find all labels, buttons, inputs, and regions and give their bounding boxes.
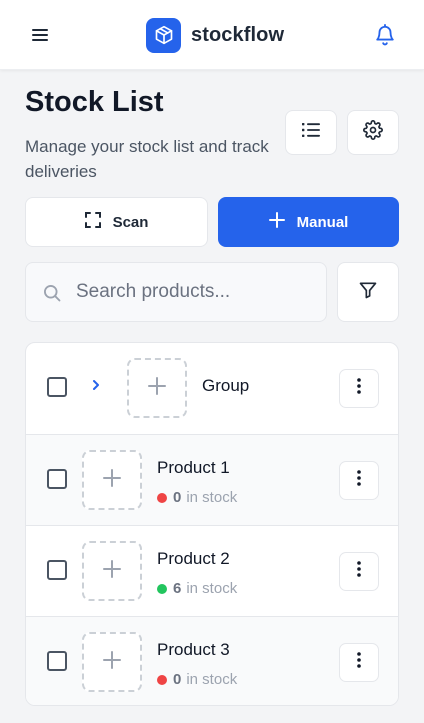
more-vertical-icon [357, 561, 361, 582]
product-name: Product 2 [157, 549, 230, 568]
list-view-button[interactable] [285, 110, 337, 155]
plus-icon [268, 212, 285, 232]
plus-icon [102, 468, 122, 493]
filter-button[interactable] [337, 262, 399, 322]
app-header: stockflow [0, 0, 424, 70]
plus-icon [102, 559, 122, 584]
product-list: Group Product 1 0 in stock Product 2 6 i… [25, 342, 399, 706]
plus-icon [147, 376, 167, 401]
more-options-button[interactable] [339, 643, 379, 682]
more-vertical-icon [357, 652, 361, 673]
hamburger-menu-icon[interactable] [24, 20, 56, 50]
search-input[interactable] [76, 263, 316, 321]
status-dot [157, 492, 167, 503]
scan-label: Scan [112, 213, 149, 231]
stock-label: in stock [186, 580, 238, 597]
product-row[interactable]: Product 1 0 in stock [26, 434, 398, 525]
search-box [25, 262, 327, 322]
status-dot [157, 674, 167, 685]
image-placeholder[interactable] [82, 632, 142, 692]
row-checkbox[interactable] [47, 469, 67, 489]
image-placeholder[interactable] [82, 450, 142, 510]
more-vertical-icon [357, 378, 361, 399]
stock-label: in stock [186, 489, 238, 506]
more-vertical-icon [357, 470, 361, 491]
bell-icon[interactable] [370, 20, 400, 50]
scan-button[interactable]: Scan [25, 197, 208, 247]
cube-icon [146, 17, 181, 53]
image-placeholder[interactable] [127, 358, 187, 418]
stock-status: 0 in stock [157, 489, 237, 506]
row-checkbox[interactable] [47, 560, 67, 580]
row-checkbox[interactable] [47, 651, 67, 671]
brand-logo[interactable]: stockflow [146, 17, 284, 53]
gear-icon [363, 120, 383, 145]
plus-icon [102, 650, 122, 675]
image-placeholder[interactable] [82, 541, 142, 601]
more-options-button[interactable] [339, 369, 379, 408]
scan-frame-icon [84, 212, 101, 232]
page-subtitle: Manage your stock list and track deliver… [25, 137, 269, 181]
stock-count: 0 [173, 671, 182, 688]
product-row[interactable]: Product 3 0 in stock [26, 616, 398, 705]
search-icon [42, 283, 62, 308]
page-title: Stock List [25, 86, 164, 118]
manual-label: Manual [296, 213, 349, 231]
stock-count: 6 [173, 580, 182, 597]
status-dot [157, 583, 167, 594]
list-view-icon [302, 123, 320, 142]
product-name: Product 3 [157, 640, 230, 659]
brand-name: stockflow [191, 23, 285, 46]
group-name: Group [202, 376, 250, 395]
stock-count: 0 [173, 489, 182, 506]
more-options-button[interactable] [339, 552, 379, 591]
row-checkbox[interactable] [47, 377, 67, 397]
group-row[interactable]: Group [26, 343, 398, 434]
manual-add-button[interactable]: Manual [218, 197, 399, 247]
stock-status: 6 in stock [157, 580, 237, 597]
chevron-right-icon[interactable] [88, 377, 104, 393]
product-row[interactable]: Product 2 6 in stock [26, 525, 398, 616]
stock-status: 0 in stock [157, 671, 237, 688]
stock-label: in stock [186, 671, 238, 688]
settings-button[interactable] [347, 110, 399, 155]
product-name: Product 1 [157, 458, 230, 477]
more-options-button[interactable] [339, 461, 379, 500]
filter-icon [358, 280, 378, 305]
